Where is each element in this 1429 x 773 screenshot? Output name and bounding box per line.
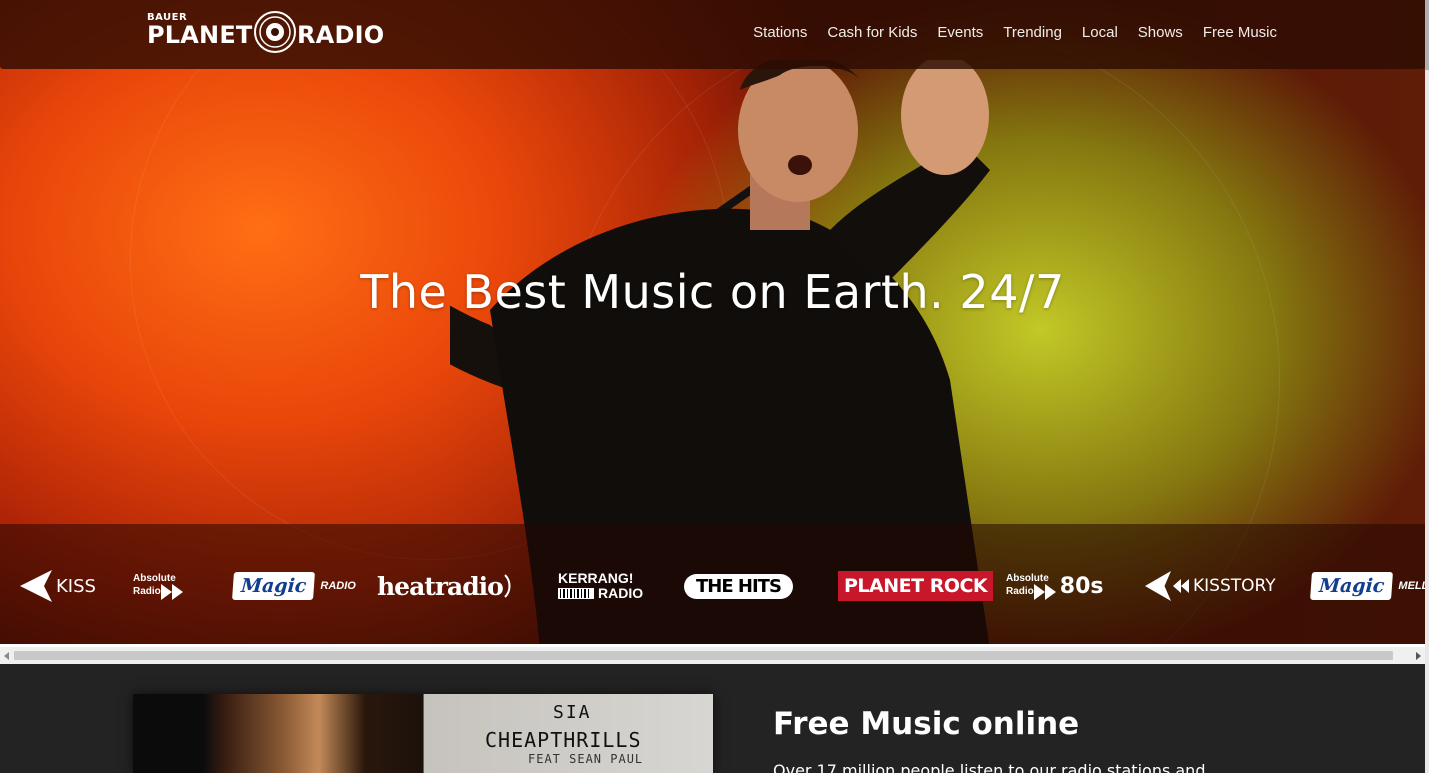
- horizontal-scrollbar[interactable]: [0, 647, 1425, 664]
- station-label: Magic: [240, 575, 308, 597]
- scrollbar-thumb[interactable]: [14, 651, 1393, 660]
- station-kiss-logo[interactable]: KISS: [20, 568, 96, 604]
- nav-cash-for-kids[interactable]: Cash for Kids: [827, 24, 917, 41]
- vertical-scrollbar[interactable]: [1425, 0, 1429, 773]
- kiss-chevron-icon: [1145, 571, 1171, 601]
- free-music-section: SIA CHEAPTHRILLS FEAT SEAN PAUL Free Mus…: [0, 664, 1425, 773]
- station-absolute-radio-logo[interactable]: Absolute Radio: [133, 568, 183, 604]
- nav-free-music[interactable]: Free Music: [1203, 24, 1277, 41]
- station-label: KISSTORY: [1193, 576, 1276, 596]
- album-artist: SIA: [553, 702, 592, 723]
- main-nav: Stations Cash for Kids Events Trending L…: [733, 24, 1277, 41]
- station-heat-radio-logo[interactable]: heatradio: [377, 568, 513, 604]
- station-label: Absolute: [133, 572, 176, 584]
- station-kerrang-radio-logo[interactable]: KERRANG! RADIO: [558, 568, 643, 604]
- vinyl-disc-icon: [254, 11, 296, 53]
- kiss-chevron-icon: [20, 570, 52, 602]
- hero-headline: The Best Music on Earth. 24/7: [360, 265, 1065, 319]
- nav-trending[interactable]: Trending: [1003, 24, 1062, 41]
- nav-events[interactable]: Events: [937, 24, 983, 41]
- album-title: CHEAPTHRILLS: [485, 728, 642, 752]
- station-absolute-80s-logo[interactable]: Absolute Radio 80s: [1006, 568, 1104, 604]
- station-label: THE HITS: [696, 575, 782, 597]
- scrollbar-thumb[interactable]: [1425, 0, 1429, 70]
- album-feat: FEAT SEAN PAUL: [528, 752, 644, 766]
- nav-local[interactable]: Local: [1082, 24, 1118, 41]
- station-label: heatradio: [377, 571, 504, 601]
- nav-stations[interactable]: Stations: [753, 24, 807, 41]
- planet-rock-badge: PLANET ROCK: [838, 571, 994, 601]
- signal-waves-icon: [504, 574, 511, 598]
- station-suffix: RADIO: [320, 580, 356, 592]
- section-body: Over 17 million people listen to our rad…: [773, 761, 1206, 773]
- scroll-left-icon[interactable]: [4, 652, 9, 660]
- station-label: Radio: [1006, 586, 1034, 597]
- station-magic-mellow-logo[interactable]: Magic MELLOW: [1310, 568, 1429, 604]
- logo-planet-text: PLANET: [147, 21, 253, 49]
- station-label: Magic: [1318, 575, 1386, 597]
- station-planet-rock-logo[interactable]: PLANET ROCK: [838, 568, 994, 604]
- hits-badge: THE HITS: [684, 573, 793, 599]
- magic-badge: Magic: [1310, 572, 1394, 600]
- station-label: KERRANG!: [558, 570, 634, 586]
- nav-shows[interactable]: Shows: [1138, 24, 1183, 41]
- barcode-icon: [558, 588, 594, 599]
- magic-badge: Magic: [232, 572, 316, 600]
- section-title: Free Music online: [773, 706, 1080, 742]
- station-the-hits-logo[interactable]: THE HITS: [684, 568, 793, 604]
- album-artwork[interactable]: SIA CHEAPTHRILLS FEAT SEAN PAUL: [133, 694, 713, 773]
- logo-radio-text: RADIO: [297, 21, 385, 49]
- scroll-right-icon[interactable]: [1416, 652, 1421, 660]
- station-magic-radio-logo[interactable]: Magic RADIO: [232, 568, 356, 604]
- station-label: KISS: [56, 575, 96, 597]
- rewind-icon: [1173, 579, 1189, 593]
- station-kisstory-logo[interactable]: KISSTORY: [1145, 568, 1276, 604]
- station-label: Radio: [133, 586, 161, 597]
- station-label: RADIO: [598, 585, 644, 601]
- station-label: PLANET ROCK: [844, 575, 988, 597]
- top-navbar: BAUER PLANET RADIO Stations Cash for Kid…: [0, 0, 1425, 69]
- play-arrows-icon: [160, 583, 183, 600]
- station-label: Absolute: [1006, 572, 1049, 584]
- play-arrows-icon: [1033, 583, 1056, 600]
- station-decade: 80s: [1059, 573, 1104, 599]
